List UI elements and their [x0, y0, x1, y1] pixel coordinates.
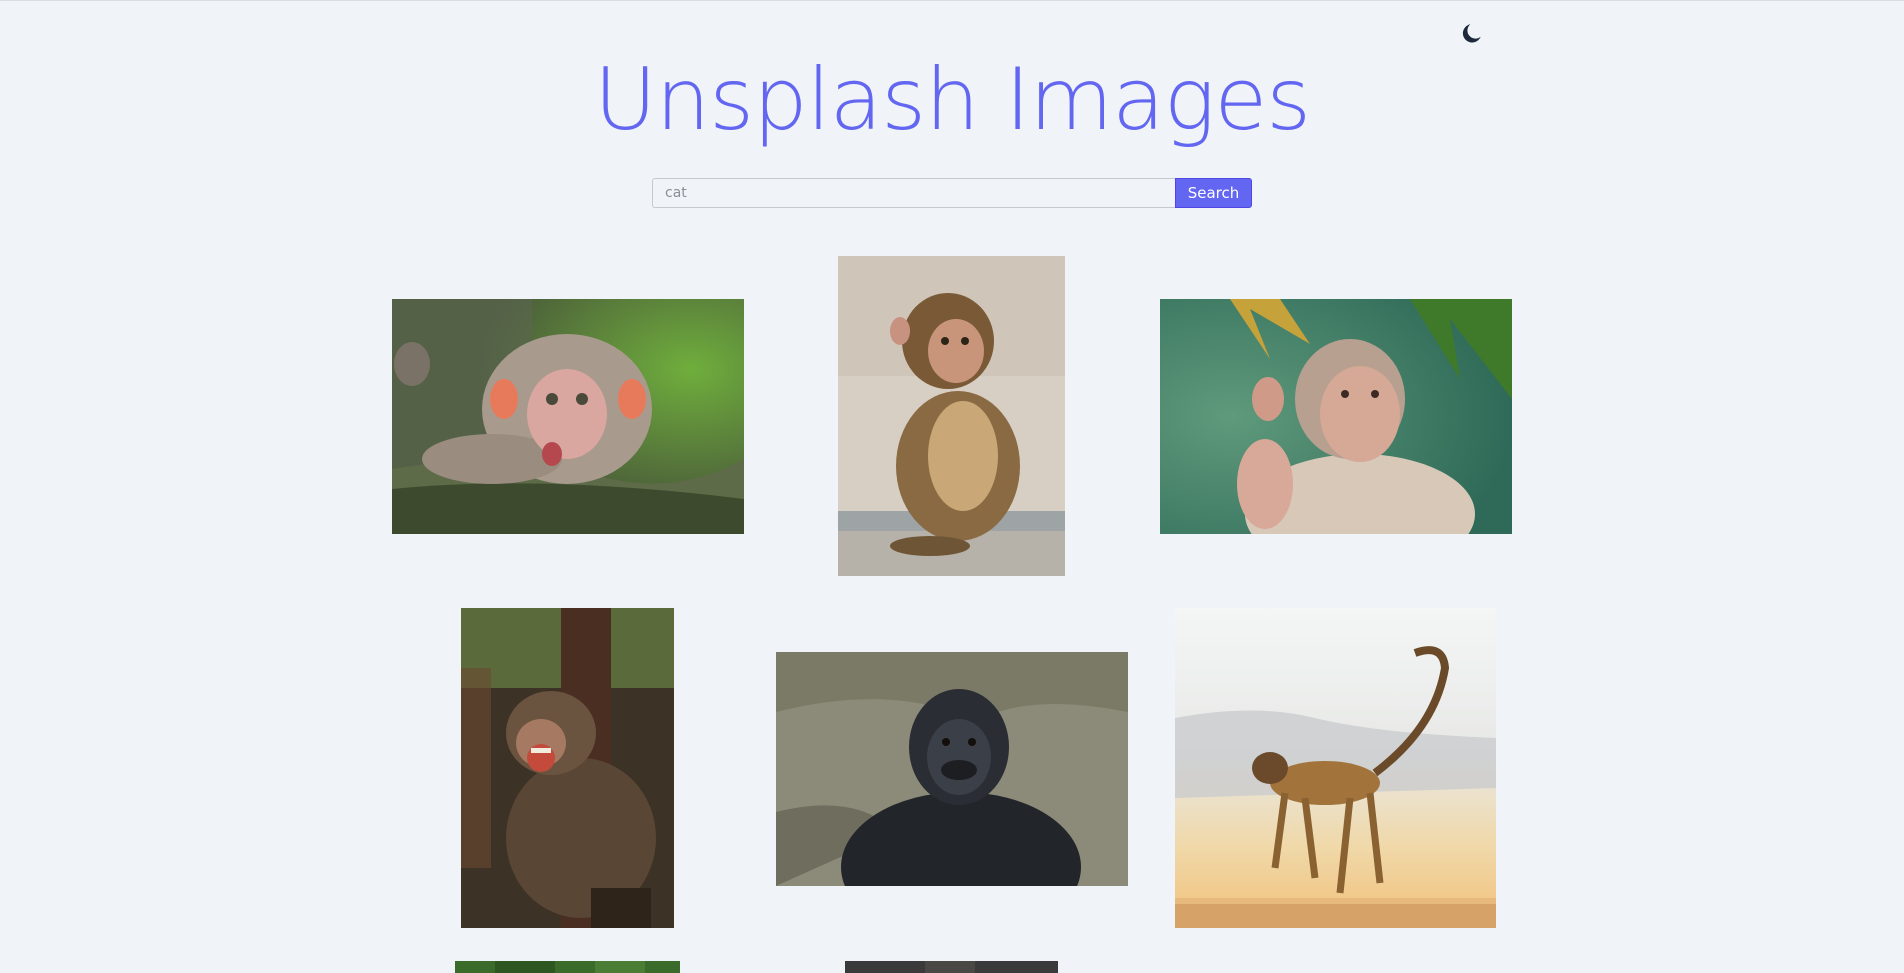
gallery-image[interactable] — [1175, 608, 1496, 928]
gallery-image[interactable] — [845, 961, 1058, 973]
gallery-image[interactable] — [455, 961, 680, 973]
theme-toggle-button[interactable] — [1457, 19, 1487, 49]
search-bar: Search — [652, 178, 1252, 208]
search-input[interactable] — [652, 178, 1175, 208]
gallery-image[interactable] — [1160, 299, 1512, 534]
page: Unsplash Images Search — [0, 0, 1904, 973]
gallery-image[interactable] — [838, 256, 1065, 576]
page-title: Unsplash Images — [593, 50, 1311, 150]
gallery-image[interactable] — [392, 299, 744, 534]
moon-icon — [1462, 24, 1481, 43]
search-button[interactable]: Search — [1175, 178, 1252, 208]
gallery-image[interactable] — [776, 652, 1128, 886]
gallery-image[interactable] — [461, 608, 674, 928]
